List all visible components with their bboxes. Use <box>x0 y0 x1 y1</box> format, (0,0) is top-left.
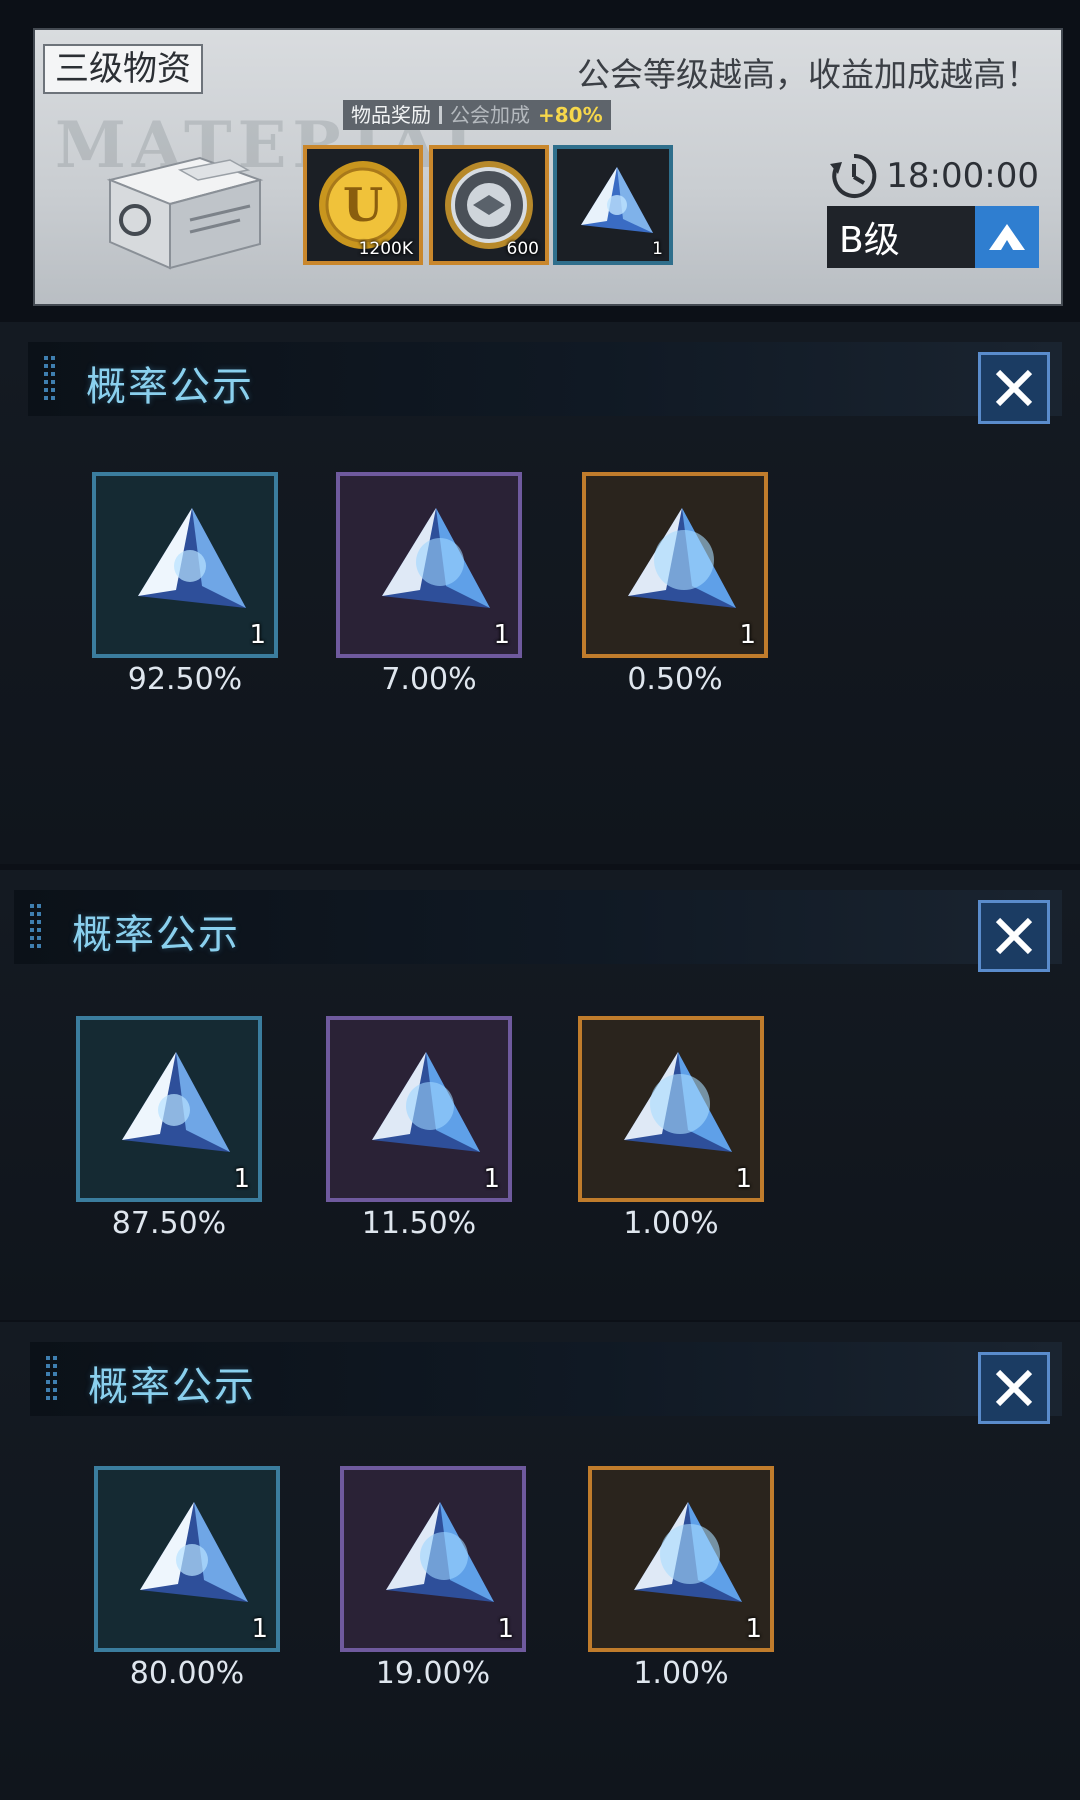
item-qty: 1 <box>249 620 266 650</box>
crystal-icon <box>628 508 736 608</box>
probability-value: 7.00% <box>381 662 477 697</box>
close-icon <box>995 1369 1033 1407</box>
item-slot-orange[interactable]: 1 <box>578 1016 764 1202</box>
panel-title: 概率公示 <box>88 1364 256 1410</box>
crystal-icon <box>634 1502 742 1602</box>
reward-qty: 1 <box>652 239 663 259</box>
item-reward-label: 物品奖励 <box>351 103 431 127</box>
refresh-timer: 18:00:00 <box>828 150 1039 202</box>
crystal-icon <box>138 508 246 608</box>
grade-up-button[interactable] <box>975 206 1039 268</box>
item-slot-purple[interactable]: 1 <box>326 1016 512 1202</box>
guild-bonus-label: 公会加成 <box>450 103 530 127</box>
item-slot-orange[interactable]: 1 <box>582 472 768 658</box>
panel-header: 概率公示 <box>14 890 1062 972</box>
crystal-icon <box>386 1502 494 1602</box>
probability-value: 1.00% <box>623 1206 719 1241</box>
probability-value: 1.00% <box>633 1656 729 1691</box>
svg-text:U: U <box>343 178 383 232</box>
timer-value: 18:00:00 <box>886 156 1039 196</box>
tier-label: 三级物资 <box>43 44 203 94</box>
supply-crate-icon <box>106 156 264 270</box>
item-slot-orange[interactable]: 1 <box>588 1466 774 1652</box>
item-qty: 1 <box>251 1614 268 1644</box>
probability-value: 19.00% <box>375 1656 491 1691</box>
item-qty: 1 <box>497 1614 514 1644</box>
item-qty: 1 <box>739 620 756 650</box>
grip-icon <box>46 1356 57 1400</box>
panel-title: 概率公示 <box>72 912 240 958</box>
item-slot-blue[interactable]: 1 <box>94 1466 280 1652</box>
probability-panel-3: 概率公示 1 80.00% 1 19.00% 1 1.00% <box>0 1322 1080 1800</box>
reward-slot-badge[interactable]: 600 <box>429 145 549 265</box>
crystal-icon <box>382 508 490 608</box>
bonus-bar: 物品奖励 公会加成 +80% <box>343 100 611 130</box>
probability-value: 11.50% <box>361 1206 477 1241</box>
probability-value: 80.00% <box>129 1656 245 1691</box>
item-qty: 1 <box>745 1614 762 1644</box>
probability-value: 92.50% <box>127 662 243 697</box>
item-slot-blue[interactable]: 1 <box>92 472 278 658</box>
panel-header: 概率公示 <box>30 1342 1062 1424</box>
item-slot-purple[interactable]: 1 <box>336 472 522 658</box>
grade-selector: B级 <box>827 206 1039 268</box>
probability-value: 0.50% <box>627 662 723 697</box>
close-button[interactable] <box>978 1352 1050 1424</box>
item-qty: 1 <box>233 1164 250 1194</box>
divider <box>439 106 442 124</box>
item-slot-blue[interactable]: 1 <box>76 1016 262 1202</box>
reward-qty: 1200K <box>358 239 413 259</box>
reward-qty: 600 <box>506 239 539 259</box>
chevron-up-icon <box>989 224 1025 250</box>
grip-icon <box>30 904 41 948</box>
item-qty: 1 <box>493 620 510 650</box>
guild-slogan: 公会等级越高，收益加成越高！ <box>577 55 1039 94</box>
close-button[interactable] <box>978 352 1050 424</box>
panel-title: 概率公示 <box>86 364 254 410</box>
reward-slot-crystal[interactable]: 1 <box>553 145 673 265</box>
crystal-icon <box>624 1052 732 1152</box>
probability-value: 87.50% <box>111 1206 227 1241</box>
close-button[interactable] <box>978 900 1050 972</box>
guild-bonus-value: +80% <box>538 103 603 127</box>
close-icon <box>995 917 1033 955</box>
crystal-icon <box>140 1502 248 1602</box>
item-qty: 1 <box>735 1164 752 1194</box>
panel-header: 概率公示 <box>28 342 1062 424</box>
close-icon <box>995 369 1033 407</box>
supply-card: MATERIAL 三级物资 公会等级越高，收益加成越高！ 物品奖励 公会加成 +… <box>33 28 1063 306</box>
history-clock-icon <box>830 153 877 198</box>
reward-slot-coin[interactable]: U 1200K <box>303 145 423 265</box>
crystal-icon <box>122 1052 230 1152</box>
probability-panel-1: 概率公示 1 92.50% 1 7.00% 1 0.50% <box>0 322 1080 864</box>
item-qty: 1 <box>483 1164 500 1194</box>
probability-panel-2: 概率公示 1 87.50% 1 11.50% 1 1.00% <box>0 870 1080 1320</box>
grip-icon <box>44 356 55 400</box>
item-slot-purple[interactable]: 1 <box>340 1466 526 1652</box>
crystal-icon <box>372 1052 480 1152</box>
grade-value: B级 <box>839 220 900 261</box>
